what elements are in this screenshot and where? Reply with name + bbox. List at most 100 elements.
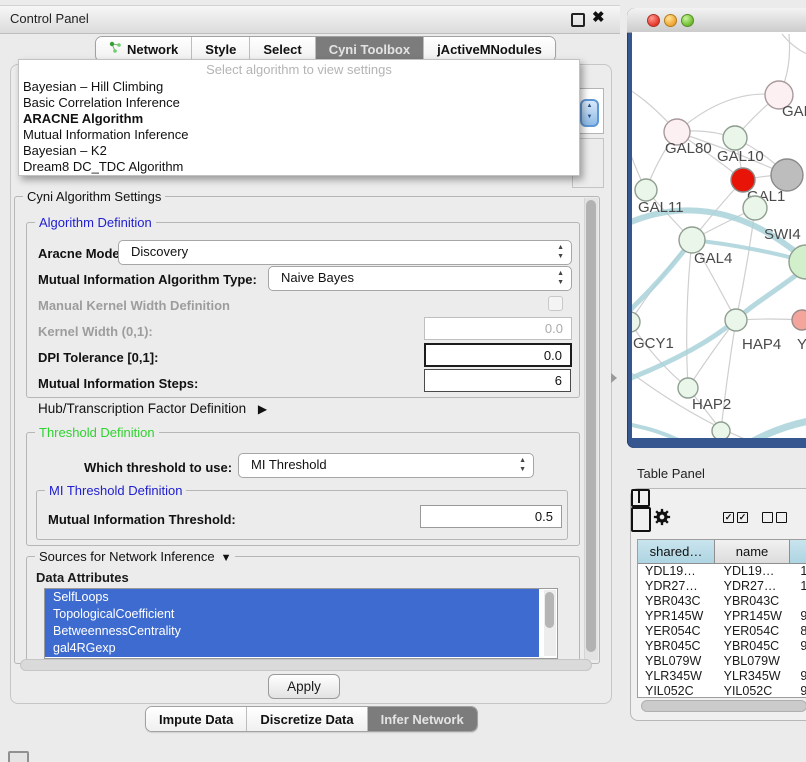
mi-steps-field[interactable]: 6 bbox=[424, 369, 571, 392]
table-row[interactable]: YDL19…YDL19…13 bbox=[638, 564, 806, 579]
table-cell[interactable]: YPR145W bbox=[717, 609, 794, 624]
table-cell[interactable]: 9. bbox=[793, 609, 806, 624]
network-node-gcy1[interactable] bbox=[632, 312, 640, 332]
network-edge[interactable] bbox=[688, 320, 736, 388]
network-edge-highlighted[interactable] bbox=[632, 240, 692, 314]
unchecked-box-icon[interactable] bbox=[776, 512, 787, 523]
algorithm-option[interactable]: Dream8 DC_TDC Algorithm bbox=[19, 159, 579, 175]
table-cell[interactable]: YBL079W bbox=[638, 654, 717, 669]
network-window-titlebar[interactable] bbox=[627, 8, 806, 33]
table-cell[interactable]: YER054C bbox=[638, 624, 717, 639]
network-view-window[interactable]: GALGAL80GAL10GAL1GAL11SWI4GAL4GCY1HAP4YH… bbox=[627, 8, 806, 448]
network-edge-highlighted[interactable] bbox=[632, 424, 714, 438]
zoom-traffic-light-icon[interactable] bbox=[681, 14, 694, 27]
network-node-swi4[interactable] bbox=[743, 196, 767, 220]
table-row[interactable]: YBR045CYBR045C9. bbox=[638, 639, 806, 654]
algorithm-option[interactable]: Bayesian – Hill Climbing bbox=[19, 79, 579, 95]
table-cell[interactable]: YDL19… bbox=[638, 564, 717, 579]
attribute-item-selected[interactable]: SelfLoops bbox=[45, 589, 539, 606]
aracne-mode-combo[interactable]: Discovery ▲▼ bbox=[118, 240, 572, 265]
close-traffic-light-icon[interactable] bbox=[647, 14, 660, 27]
table-row[interactable]: YBL079WYBL079W bbox=[638, 654, 806, 669]
column-header-partial[interactable]: A bbox=[790, 540, 806, 564]
tab-style[interactable]: Style bbox=[191, 37, 249, 61]
algorithm-option[interactable]: ARACNE Algorithm bbox=[19, 111, 579, 127]
table-row[interactable]: YIL052CYIL052C9 bbox=[638, 684, 806, 697]
attribute-item-selected[interactable]: TopologicalCoefficient bbox=[45, 606, 539, 623]
settings-scrollbar-thumb[interactable] bbox=[586, 200, 596, 652]
manual-kernel-checkbox[interactable] bbox=[548, 296, 563, 311]
algorithm-option[interactable]: Mutual Information Inference bbox=[19, 127, 579, 143]
table-body[interactable]: YDL19…YDL19…13YDR27…YDR27…12YBR043CYBR04… bbox=[638, 564, 806, 697]
network-node-y[interactable] bbox=[792, 310, 806, 330]
minimized-panel-chip[interactable] bbox=[8, 751, 29, 762]
table-cell[interactable]: YBR043C bbox=[717, 594, 794, 609]
network-node-hap4[interactable] bbox=[725, 309, 747, 331]
float-window-icon[interactable] bbox=[571, 13, 585, 27]
table-cell[interactable]: 8. bbox=[793, 624, 806, 639]
table-cell[interactable]: YBL079W bbox=[717, 654, 794, 669]
minimize-traffic-light-icon[interactable] bbox=[664, 14, 677, 27]
hub-transcription-section[interactable]: Hub/Transcription Factor Definition ▶ bbox=[38, 401, 267, 416]
network-edge[interactable] bbox=[687, 240, 692, 388]
checked-box-icon[interactable]: ✓ bbox=[737, 512, 748, 523]
table-cell[interactable] bbox=[793, 654, 806, 669]
data-attributes-list[interactable]: SelfLoopsTopologicalCoefficientBetweenne… bbox=[44, 588, 558, 659]
settings-scrollbar[interactable] bbox=[584, 198, 598, 660]
table-cell[interactable]: YDR27… bbox=[717, 579, 794, 594]
table-cell[interactable] bbox=[793, 594, 806, 609]
checked-box-icon[interactable]: ✓ bbox=[723, 512, 734, 523]
network-edge-highlighted[interactable] bbox=[721, 420, 806, 438]
dpi-tolerance-field[interactable]: 0.0 bbox=[424, 343, 572, 367]
settings-horizontal-scrollbar[interactable] bbox=[20, 659, 592, 671]
close-icon[interactable]: ✖ bbox=[592, 8, 605, 26]
algorithm-option[interactable]: Bayesian – K2 bbox=[19, 143, 579, 159]
attribute-item-selected[interactable]: BetweennessCentrality bbox=[45, 623, 539, 640]
table-cell[interactable]: 12 bbox=[793, 579, 806, 594]
collapse-down-icon[interactable]: ▼ bbox=[221, 552, 232, 564]
table-cell[interactable]: YBR043C bbox=[638, 594, 717, 609]
table-cell[interactable]: YDL19… bbox=[717, 564, 794, 579]
tab-network[interactable]: Network bbox=[96, 37, 191, 61]
table-row[interactable]: YBR043CYBR043C bbox=[638, 594, 806, 609]
which-threshold-combo[interactable]: MI Threshold ▲▼ bbox=[238, 453, 534, 478]
network-node-gal11[interactable] bbox=[635, 179, 657, 201]
mi-type-combo[interactable]: Naive Bayes ▲▼ bbox=[268, 266, 572, 291]
table-cell[interactable]: YLR345W bbox=[638, 669, 717, 684]
table-row[interactable]: YPR145WYPR145W9. bbox=[638, 609, 806, 624]
kernel-width-field[interactable]: 0.0 bbox=[424, 317, 572, 340]
table-row[interactable]: YER054CYER054C8. bbox=[638, 624, 806, 639]
tab-discretize-data[interactable]: Discretize Data bbox=[246, 707, 366, 731]
table-cell[interactable]: 9 bbox=[793, 684, 806, 697]
network-node[interactable] bbox=[771, 159, 803, 191]
network-edge[interactable] bbox=[782, 34, 806, 56]
table-row[interactable]: YDR27…YDR27…12 bbox=[638, 579, 806, 594]
gear-icon[interactable] bbox=[653, 508, 671, 531]
attributes-scrollbar[interactable] bbox=[544, 590, 556, 656]
network-node-gal10[interactable] bbox=[723, 126, 747, 150]
table-row[interactable]: YLR345WYLR345W9. bbox=[638, 669, 806, 684]
algorithm-option[interactable]: Basic Correlation Inference bbox=[19, 95, 579, 111]
tab-impute-data[interactable]: Impute Data bbox=[146, 707, 246, 731]
apply-button[interactable]: Apply bbox=[268, 674, 340, 699]
table-cell[interactable]: YBR045C bbox=[717, 639, 794, 654]
splitter-expand-icon[interactable] bbox=[611, 373, 617, 383]
table-cell[interactable]: YLR345W bbox=[717, 669, 794, 684]
tab-select[interactable]: Select bbox=[249, 37, 314, 61]
table-cell[interactable]: YER054C bbox=[717, 624, 794, 639]
table-cell[interactable]: YDR27… bbox=[638, 579, 717, 594]
table-cell[interactable]: YIL052C bbox=[638, 684, 717, 697]
network-canvas[interactable]: GALGAL80GAL10GAL1GAL11SWI4GAL4GCY1HAP4YH… bbox=[632, 32, 806, 438]
network-edge[interactable] bbox=[677, 94, 779, 132]
column-header-shared-name[interactable]: shared… bbox=[638, 540, 715, 564]
table-cell[interactable]: 13 bbox=[793, 564, 806, 579]
split-columns-icon[interactable] bbox=[631, 489, 650, 507]
new-table-icon[interactable] bbox=[631, 507, 651, 532]
network-node-hap2[interactable] bbox=[678, 378, 698, 398]
unchecked-box-icon[interactable] bbox=[762, 512, 773, 523]
network-node[interactable] bbox=[712, 422, 730, 438]
tab-cyni-toolbox[interactable]: Cyni Toolbox bbox=[315, 37, 423, 61]
mi-threshold-field[interactable]: 0.5 bbox=[420, 505, 562, 528]
table-cell[interactable]: 9. bbox=[793, 669, 806, 684]
table-cell[interactable]: 9. bbox=[793, 639, 806, 654]
